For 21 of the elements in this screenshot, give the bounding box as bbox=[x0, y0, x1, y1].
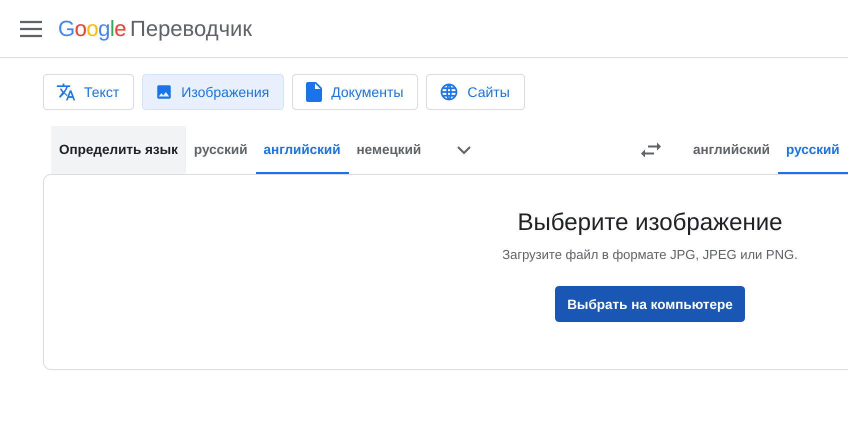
mode-tab[interactable]: Документы bbox=[292, 74, 418, 110]
chevron-down-icon[interactable] bbox=[457, 146, 472, 154]
mode-tab[interactable]: Текст bbox=[43, 74, 134, 110]
translate-icon bbox=[56, 82, 76, 102]
upload-title: Выберите изображение bbox=[518, 209, 782, 237]
language-tab[interactable]: немецкий bbox=[348, 126, 430, 174]
product-name: Переводчик bbox=[130, 16, 252, 42]
logo[interactable]: Google bbox=[58, 16, 126, 42]
mode-tab[interactable]: Изображения bbox=[142, 74, 284, 110]
language-tab[interactable]: английский bbox=[256, 126, 349, 174]
language-tab[interactable]: Определить язык bbox=[51, 126, 186, 174]
language-tab[interactable]: русский bbox=[186, 126, 256, 174]
choose-file-button[interactable]: Выбрать на компьютере bbox=[555, 286, 745, 322]
document-icon bbox=[305, 82, 324, 102]
language-tab[interactable]: английский bbox=[685, 126, 778, 174]
swap-icon[interactable] bbox=[641, 142, 661, 158]
globe-icon bbox=[439, 82, 460, 102]
mode-tab[interactable]: Сайты bbox=[426, 74, 525, 110]
language-tab[interactable]: русский bbox=[778, 126, 848, 174]
upload-hint: Загрузите файл в формате JPG, JPEG или PNG. bbox=[502, 247, 798, 262]
image-icon bbox=[155, 83, 174, 101]
